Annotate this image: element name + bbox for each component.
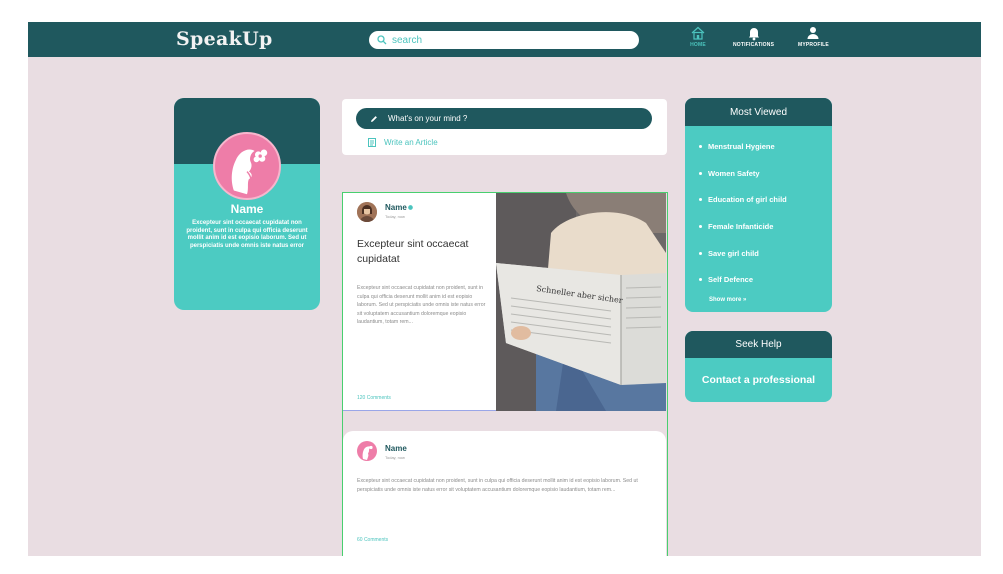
app-logo[interactable]: SpeakUp	[176, 28, 273, 50]
seek-help-title: Seek Help	[685, 331, 832, 358]
post-body: Excepteur sint occaecat cupidatat non pr…	[357, 285, 486, 326]
post-timestamp: Today, now	[385, 214, 405, 219]
nav-home[interactable]: HOME	[690, 25, 706, 48]
profile-bio: Excepteur sint occaecat cupidatat non pr…	[186, 220, 308, 249]
post-comments-link[interactable]: 120 Comments	[357, 395, 391, 401]
most-viewed-list: Menstrual Hygiene Women Safety Education…	[685, 126, 832, 293]
post-content: Name Today, now Excepteur sint occaecat …	[343, 193, 496, 411]
most-viewed-item[interactable]: Women Safety	[699, 160, 832, 187]
profile-avatar[interactable]	[213, 132, 281, 200]
search-icon	[377, 35, 387, 45]
most-viewed-item[interactable]: Menstrual Hygiene	[699, 133, 832, 160]
most-viewed-item[interactable]: Self Defence	[699, 266, 832, 293]
post-body: Excepteur sint occaecat cupidatat non pr…	[357, 478, 638, 493]
user-icon	[807, 27, 819, 39]
most-viewed-card: Most Viewed Menstrual Hygiene Women Safe…	[685, 98, 832, 312]
post-author-name-text: Name	[385, 203, 407, 212]
nav-my-profile[interactable]: MYPROFILE	[798, 25, 829, 48]
author-avatar[interactable]	[357, 441, 377, 461]
woman-reading-newspaper-photo: Schneller aber sicher	[496, 193, 666, 411]
seek-help-card: Seek Help Contact a professional	[685, 331, 832, 402]
write-article-label: Write an Article	[384, 138, 438, 147]
nav-my-profile-label: MYPROFILE	[798, 42, 829, 48]
post-card[interactable]: Name Today, now Excepteur sint occaecat …	[343, 193, 666, 411]
post-author-name[interactable]: Name	[385, 444, 407, 453]
whats-on-your-mind-button[interactable]: What's on your mind ?	[356, 108, 652, 129]
document-icon	[368, 138, 376, 147]
most-viewed-item[interactable]: Education of girl child	[699, 186, 832, 213]
nav-home-label: HOME	[690, 42, 706, 48]
post-comments-link[interactable]: 60 Comments	[357, 537, 388, 543]
search-input[interactable]	[392, 34, 622, 46]
profile-name: Name	[230, 202, 264, 216]
page-canvas: SpeakUp HOME NOTIFICATIONS MYPROFILE	[28, 22, 981, 556]
most-viewed-item[interactable]: Save girl child	[699, 240, 832, 267]
woman-silhouette-icon	[231, 149, 268, 195]
author-photo	[357, 202, 377, 222]
contact-professional-button[interactable]: Contact a professional	[685, 374, 832, 386]
verified-icon	[407, 205, 413, 210]
post-title[interactable]: Excepteur sint occaecat cupidatat	[357, 237, 487, 267]
post-composer: What's on your mind ? Write an Article	[342, 99, 667, 155]
woman-silhouette-icon	[362, 445, 373, 460]
post-image[interactable]: Schneller aber sicher	[496, 193, 666, 411]
post-card[interactable]: Name Today, now Excepteur sint occaecat …	[343, 431, 666, 556]
bell-icon	[748, 28, 759, 41]
most-viewed-item[interactable]: Female Infanticide	[699, 213, 832, 240]
nav-notifications[interactable]: NOTIFICATIONS	[733, 25, 774, 48]
post-timestamp: Today, now	[385, 455, 405, 460]
pencil-icon	[371, 115, 377, 122]
top-nav: SpeakUp HOME NOTIFICATIONS MYPROFILE	[28, 22, 981, 57]
nav-notifications-label: NOTIFICATIONS	[733, 42, 775, 48]
post-author-name[interactable]: Name	[385, 203, 413, 212]
author-avatar[interactable]	[357, 202, 377, 222]
post-feed: Name Today, now Excepteur sint occaecat …	[342, 192, 668, 556]
whats-on-your-mind-label: What's on your mind ?	[388, 114, 468, 123]
most-viewed-title: Most Viewed	[685, 98, 832, 126]
profile-card: Name Excepteur sint occaecat cupidatat n…	[174, 98, 320, 310]
search-bar[interactable]	[369, 31, 639, 49]
home-icon	[691, 26, 705, 40]
write-article-link[interactable]: Write an Article	[368, 138, 438, 147]
show-more-link[interactable]: Show more »	[709, 297, 746, 303]
